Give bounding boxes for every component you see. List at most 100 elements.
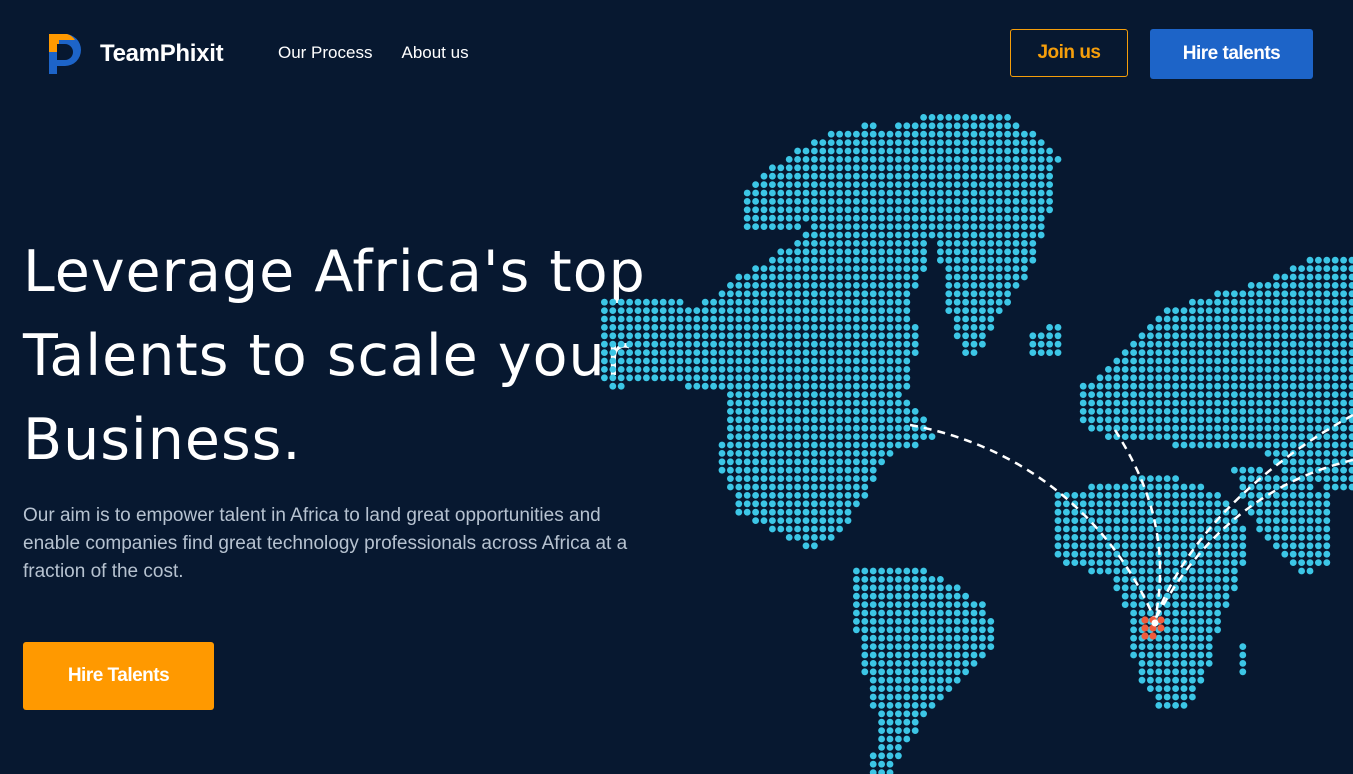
map-dot [1264,315,1272,323]
map-dot [1323,290,1331,298]
map-dot [819,198,827,205]
map-dot [1163,307,1171,314]
map-dot [1214,567,1221,575]
map-dot [979,282,986,289]
map-dot [1323,492,1331,499]
map-dot [819,508,827,516]
map-dot [760,273,768,281]
map-dot [626,307,633,314]
map-dot [861,466,869,474]
map-dot [651,340,659,348]
map-dot [1315,298,1322,306]
map-dot [878,693,885,701]
map-dot [811,500,818,508]
map-dot [827,248,835,256]
map-dot [962,601,969,608]
map-dot [1281,525,1289,533]
hire-talents-cta-button[interactable]: Hire Talents [23,642,214,710]
map-dot [962,298,969,306]
map-dot [1189,399,1196,407]
map-dot [785,172,793,180]
map-dot [911,147,919,155]
map-dot [953,668,961,676]
map-dot [1306,315,1314,323]
map-dot [836,399,843,407]
map-dot [836,483,843,491]
highlight-dot [1141,624,1149,632]
map-dot [1088,567,1095,575]
map-dot [1046,198,1053,205]
nav-our-process[interactable]: Our Process [278,43,372,63]
map-dot [1298,508,1305,516]
map-dot [1189,357,1196,365]
map-dot [760,332,768,340]
map-dot [1130,382,1137,390]
map-dot [1197,441,1205,449]
map-dot [1323,500,1331,508]
map-dot [643,366,650,373]
map-dot [693,315,701,323]
map-dot [844,382,852,390]
hire-talents-header-button[interactable]: Hire talents [1150,29,1313,79]
map-dot [1306,382,1314,390]
map-dot [979,307,986,314]
map-dot [895,618,902,625]
map-dot [1298,273,1305,281]
map-dot [710,298,717,306]
map-dot [903,349,911,356]
map-dot [1012,231,1020,239]
map-dot [1163,408,1171,415]
map-dot [735,324,743,331]
map-dot [811,172,818,180]
map-dot [1340,382,1347,390]
map-dot [869,618,877,625]
map-dot [626,315,633,323]
map-dot [920,693,927,701]
map-dot [1205,424,1213,432]
map-dot [626,374,633,382]
map-dot [886,660,894,667]
map-dot [752,475,759,482]
map-dot [1121,508,1129,516]
map-dot [752,273,759,281]
map-dot [1172,618,1179,625]
map-dot [1298,349,1305,356]
map-dot [1315,441,1322,449]
map-dot [861,340,869,348]
map-dot [911,693,919,701]
map-dot [1273,408,1280,415]
nav-about-us[interactable]: About us [401,43,468,63]
map-dot [1172,416,1179,424]
map-dot [962,634,969,642]
map-dot [1315,315,1322,323]
map-dot [1155,651,1163,659]
join-us-button[interactable]: Join us [1010,29,1128,77]
map-dot [844,500,852,508]
map-dot [1289,492,1297,499]
map-dot [601,366,608,373]
map-dot [844,172,852,180]
map-dot [928,214,936,222]
map-dot [1281,441,1289,449]
map-dot [794,433,801,440]
map-dot [1180,668,1188,676]
map-dot [718,441,726,449]
brand-logo[interactable]: TeamPhixit [47,32,224,76]
map-dot [886,718,894,726]
map-dot [1256,307,1263,314]
map-dot [895,240,902,247]
map-dot [727,382,734,390]
map-dot [1205,660,1213,667]
map-dot [743,307,751,314]
map-dot [903,156,911,163]
map-dot [794,307,801,314]
map-dot [794,214,801,222]
map-dot [903,273,911,281]
map-dot [1172,693,1179,701]
map-dot [869,139,877,146]
map-dot [785,223,793,231]
map-dot [727,282,734,289]
map-dot [802,483,810,491]
map-dot [735,340,743,348]
map-dot [1289,332,1297,340]
